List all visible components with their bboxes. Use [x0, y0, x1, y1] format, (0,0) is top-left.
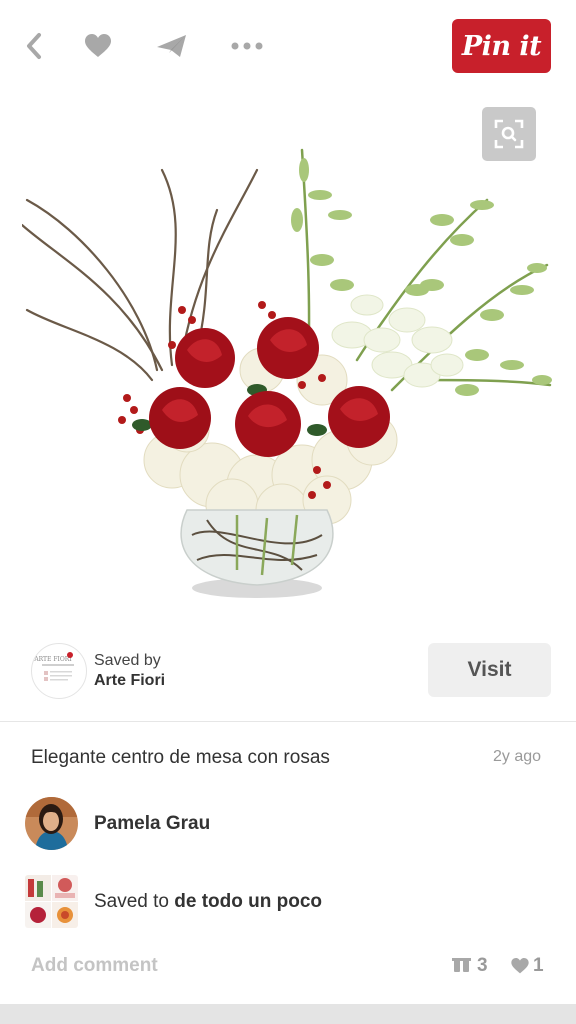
pin-timestamp: 2y ago: [493, 748, 542, 765]
like-count[interactable]: 1: [511, 955, 544, 977]
like-count-value: 1: [533, 955, 544, 976]
add-comment-button[interactable]: Add comment: [31, 955, 158, 977]
repin-count-value: 3: [477, 955, 488, 976]
pin-description: Elegante centro de mesa con rosas: [31, 747, 330, 768]
divider: [0, 721, 576, 722]
heart-icon: [85, 34, 111, 57]
back-button[interactable]: [14, 26, 54, 66]
source-avatar[interactable]: ARTE FIORI: [31, 643, 87, 699]
board-name[interactable]: de todo un poco: [174, 891, 322, 912]
repin-count[interactable]: 3: [452, 955, 488, 977]
more-button[interactable]: [227, 26, 267, 66]
like-button[interactable]: [78, 26, 118, 66]
visual-search-icon: [494, 119, 524, 149]
saved-by-name[interactable]: Arte Fiori: [94, 672, 165, 690]
board-collage: [25, 875, 78, 928]
board-line: Saved to de todo un poco: [94, 891, 322, 913]
pin-image[interactable]: [22, 140, 554, 610]
pin-icon: [452, 958, 471, 972]
saved-by-label: Saved by: [94, 652, 161, 669]
more-icon: [231, 42, 263, 50]
board-thumbnail[interactable]: [25, 875, 78, 928]
back-icon: [27, 33, 41, 59]
pinit-button[interactable]: Pin it: [452, 19, 551, 73]
pinner-avatar[interactable]: [25, 797, 78, 850]
svg-text:ARTE FIORI: ARTE FIORI: [33, 656, 72, 663]
visual-search-button[interactable]: [482, 107, 536, 161]
board-prefix: Saved to: [94, 891, 175, 912]
arte-fiori-logo: ARTE FIORI: [33, 652, 74, 681]
send-button[interactable]: [152, 26, 192, 66]
send-icon: [157, 35, 186, 57]
source-row: ARTE FIORI Saved by Arte Fiori Visit: [0, 640, 576, 700]
pinner-photo: [25, 797, 78, 850]
pinner-name[interactable]: Pamela Grau: [94, 813, 210, 835]
visit-button[interactable]: Visit: [428, 643, 551, 697]
heart-icon: [511, 958, 529, 974]
bottom-edge: [0, 1004, 576, 1024]
top-toolbar: Pin it: [0, 0, 576, 92]
